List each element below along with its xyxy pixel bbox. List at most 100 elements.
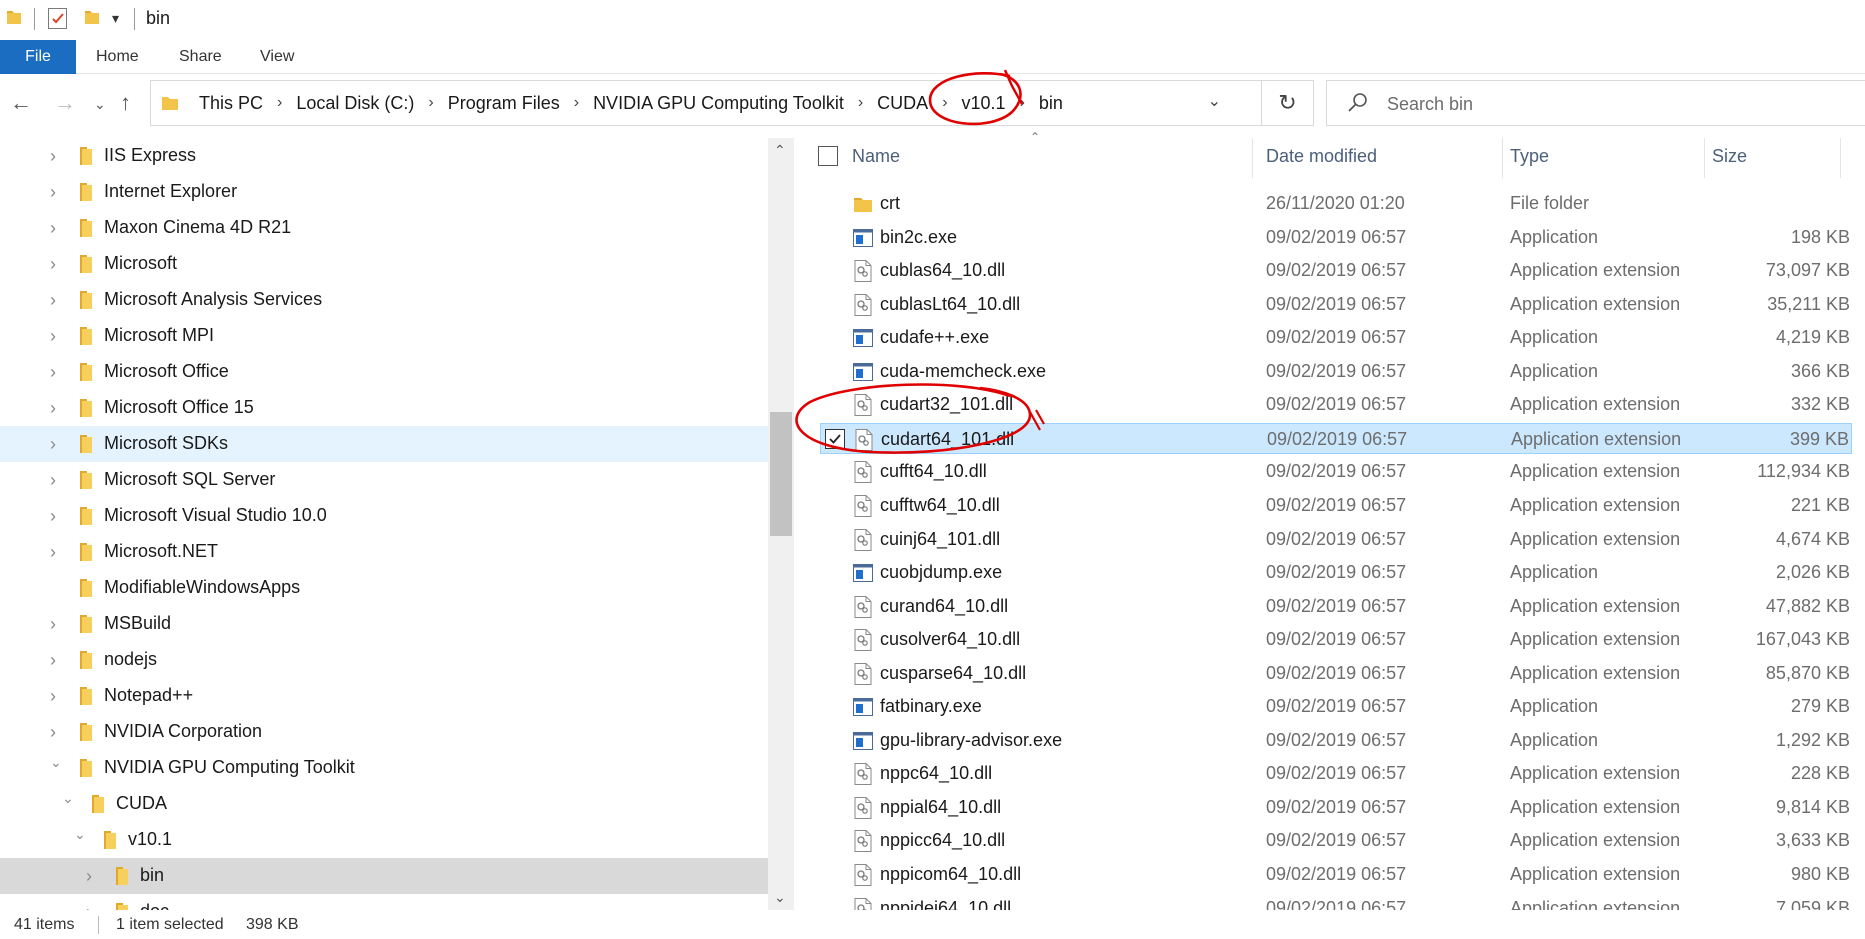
crumb-v10-1[interactable]: v10.1 [962,93,1006,114]
scrollbar-thumb[interactable] [770,412,792,536]
chevron-right-icon[interactable]: › [50,146,56,167]
nav-item[interactable]: ⌄ CUDA [0,786,768,822]
crumb-program-files[interactable]: Program Files [448,93,560,114]
nav-item[interactable]: ⌄ NVIDIA GPU Computing Toolkit [0,750,768,786]
file-row[interactable]: cublas64_10.dll 09/02/2019 06:57 Applicati… [820,255,1852,286]
chevron-right-icon[interactable]: › [50,434,56,455]
chevron-right-icon[interactable]: › [50,614,56,635]
properties-icon[interactable] [48,8,67,29]
file-row[interactable]: cudart32_101.dll 09/02/2019 06:57 Applicat… [820,389,1852,420]
file-row[interactable]: cudafe++.exe 09/02/2019 06:57 Application 4… [820,322,1852,353]
back-icon[interactable]: ← [10,90,32,116]
chevron-right-icon[interactable]: › [50,470,56,491]
chevron-right-icon[interactable]: › [428,94,433,112]
chevron-right-icon[interactable]: › [50,218,56,239]
column-type[interactable]: Type [1510,146,1549,167]
column-name[interactable]: Name [852,146,900,167]
chevron-right-icon[interactable]: › [1020,94,1025,112]
nav-item[interactable]: › Microsoft Visual Studio 10.0 [0,498,768,534]
nav-item[interactable]: › Microsoft Office [0,354,768,390]
nav-item[interactable]: › doc [0,894,768,910]
chevron-right-icon[interactable]: › [50,290,56,311]
chevron-right-icon[interactable]: › [50,542,56,563]
tab-file[interactable]: File [0,40,76,74]
tab-home[interactable]: Home [96,40,139,74]
chevron-right-icon[interactable]: › [86,902,92,910]
file-row[interactable]: cuda-memcheck.exe 09/02/2019 06:57 Applica… [820,356,1852,387]
nav-item[interactable]: › nodejs [0,642,768,678]
file-row[interactable]: gpu-library-advisor.exe 09/02/2019 06:57 A… [820,725,1852,756]
customize-toolbar-icon[interactable]: ▾ [112,10,119,27]
column-divider[interactable] [1252,138,1253,178]
address-history-icon[interactable]: ⌄ [1208,91,1221,111]
new-folder-icon[interactable] [84,8,100,26]
address-bar[interactable]: This PC › Local Disk (C:) › Program File… [150,80,1262,126]
chevron-right-icon[interactable]: › [50,398,56,419]
file-row[interactable]: nppicom64_10.dll 09/02/2019 06:57 Applicat… [820,859,1852,890]
file-row[interactable]: nppial64_10.dll 09/02/2019 06:57 Applicati… [820,792,1852,823]
crumb-cuda[interactable]: CUDA [877,93,928,114]
nav-item[interactable]: › MSBuild [0,606,768,642]
tab-view[interactable]: View [260,40,294,74]
nav-item[interactable]: › Maxon Cinema 4D R21 [0,210,768,246]
chevron-right-icon[interactable]: › [50,506,56,527]
file-row[interactable]: cudart64_101.dll 09/02/2019 06:57 Applicat… [820,422,1852,454]
column-divider[interactable] [1704,138,1705,178]
file-row[interactable]: cusparse64_10.dll 09/02/2019 06:57 Applica… [820,658,1852,689]
file-row[interactable]: cufft64_10.dll 09/02/2019 06:57 Applicatio… [820,456,1852,487]
folder-icon[interactable] [6,8,22,26]
file-row[interactable]: nppc64_10.dll 09/02/2019 06:57 Application… [820,758,1852,789]
chevron-down-icon[interactable]: ⌄ [50,754,62,771]
column-size[interactable]: Size [1712,146,1747,167]
chevron-right-icon[interactable]: › [50,182,56,203]
chevron-right-icon[interactable]: › [86,866,92,887]
chevron-right-icon[interactable]: › [942,94,947,112]
select-all-checkbox[interactable] [818,146,838,166]
file-row[interactable]: cufftw64_10.dll 09/02/2019 06:57 Applicati… [820,490,1852,521]
chevron-right-icon[interactable]: › [50,686,56,707]
chevron-right-icon[interactable]: › [858,94,863,112]
file-row[interactable]: cuobjdump.exe 09/02/2019 06:57 Application… [820,557,1852,588]
recent-locations-icon[interactable]: ⌄ [94,96,106,113]
crumb-local-disk[interactable]: Local Disk (C:) [296,93,414,114]
crumb-this-pc[interactable]: This PC [199,93,263,114]
nav-item[interactable]: › Microsoft MPI [0,318,768,354]
chevron-right-icon[interactable]: › [50,326,56,347]
up-icon[interactable]: ↑ [120,90,131,116]
nav-item[interactable]: › IIS Express [0,138,768,174]
refresh-button[interactable]: ↻ [1262,80,1314,126]
chevron-right-icon[interactable]: › [574,94,579,112]
file-row[interactable]: nppidei64_10.dll 09/02/2019 06:57 Applicat… [820,893,1852,910]
nav-item[interactable]: › NVIDIA Corporation [0,714,768,750]
row-checkbox[interactable] [825,428,845,449]
nav-item[interactable]: › Microsoft.NET [0,534,768,570]
column-date-modified[interactable]: Date modified [1266,146,1377,167]
chevron-right-icon[interactable]: › [50,254,56,275]
scroll-down-icon[interactable]: ⌄ [774,889,786,906]
column-divider[interactable] [1502,138,1503,178]
file-row[interactable]: cublasLt64_10.dll 09/02/2019 06:57 Applica… [820,289,1852,320]
nav-scrollbar[interactable]: ⌃ ⌄ [768,138,794,910]
file-row[interactable]: nppicc64_10.dll 09/02/2019 06:57 Applicati… [820,825,1852,856]
nav-item[interactable]: ⌄ v10.1 [0,822,768,858]
chevron-right-icon[interactable]: › [50,362,56,383]
nav-item[interactable]: ModifiableWindowsApps [0,570,768,606]
file-row[interactable]: cuinj64_101.dll 09/02/2019 06:57 Applicati… [820,524,1852,555]
nav-item[interactable]: › Notepad++ [0,678,768,714]
chevron-down-icon[interactable]: ⌄ [62,790,74,807]
nav-item[interactable]: › Microsoft [0,246,768,282]
file-row[interactable]: fatbinary.exe 09/02/2019 06:57 Application… [820,691,1852,722]
chevron-right-icon[interactable]: › [50,722,56,743]
file-row[interactable]: cusolver64_10.dll 09/02/2019 06:57 Applica… [820,624,1852,655]
file-row[interactable]: crt 26/11/2020 01:20 File folder [820,188,1852,219]
nav-item[interactable]: › Internet Explorer [0,174,768,210]
file-row[interactable]: bin2c.exe 09/02/2019 06:57 Application 198 … [820,222,1852,253]
forward-icon[interactable]: → [54,90,76,116]
nav-item[interactable]: › Microsoft Office 15 [0,390,768,426]
tab-share[interactable]: Share [179,40,222,74]
chevron-right-icon[interactable]: › [50,650,56,671]
nav-item[interactable]: › Microsoft Analysis Services [0,282,768,318]
column-divider[interactable] [1840,138,1841,178]
nav-item[interactable]: › Microsoft SDKs [0,426,768,462]
nav-item[interactable]: › bin [0,858,768,894]
